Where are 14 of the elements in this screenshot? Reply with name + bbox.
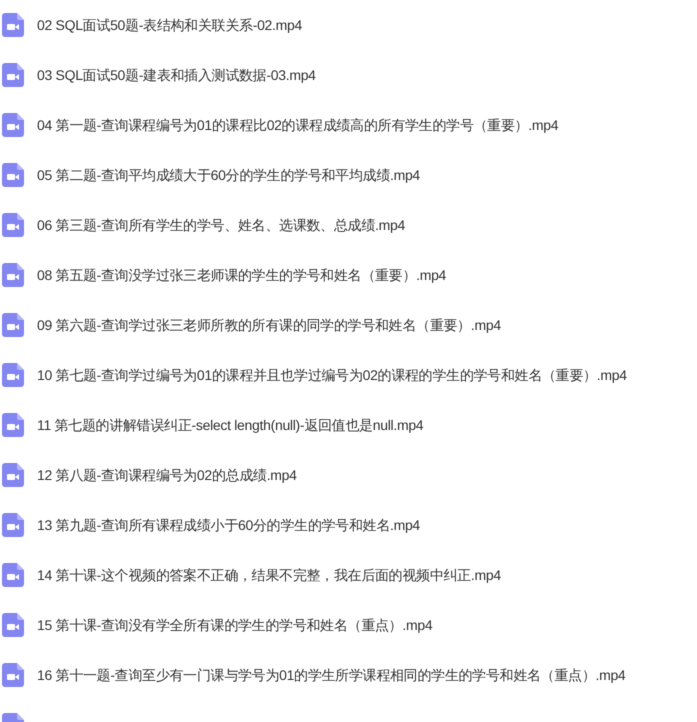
file-name[interactable]: 08 第五题-查询没学过张三老师课的学生的学号和姓名（重要）.mp4 [37, 264, 446, 286]
file-name[interactable]: 12 第八题-查询课程编号为02的总成绩.mp4 [37, 464, 297, 486]
file-name[interactable]: 15 第十课-查询没有学全所有课的学生的学号和姓名（重点）.mp4 [37, 614, 432, 636]
file-name[interactable]: 10 第七题-查询学过编号为01的课程并且也学过编号为02的课程的学生的学号和姓名（重要）.mp4 [37, 364, 627, 386]
file-name[interactable]: 06 第三题-查询所有学生的学号、姓名、选课数、总成绩.mp4 [37, 214, 405, 236]
file-name[interactable]: 05 第二题-查询平均成绩大于60分的学生的学号和平均成绩.mp4 [37, 164, 420, 186]
file-name[interactable]: 09 第六题-查询学过张三老师所教的所有课的同学的学号和姓名（重要）.mp4 [37, 314, 501, 336]
file-name[interactable]: 02 SQL面试50题-表结构和关联关系-02.mp4 [37, 14, 302, 36]
file-name[interactable]: 16 第十一题-查询至少有一门课与学号为01的学生所学课程相同的学生的学号和姓名（重点）.mp4 [37, 664, 626, 686]
file-name[interactable]: 03 SQL面试50题-建表和插入测试数据-03.mp4 [37, 64, 316, 86]
file-name[interactable]: 13 第九题-查询所有课程成绩小于60分的学生的学号和姓名.mp4 [37, 514, 420, 536]
file-name[interactable]: 14 第十课-这个视频的答案不正确，结果不完整，我在后面的视频中纠正.mp4 [37, 564, 501, 586]
file-name[interactable]: 04 第一题-查询课程编号为01的课程比02的课程成绩高的所有学生的学号（重要）.mp4 [37, 114, 558, 136]
file-name[interactable]: 11 第七题的讲解错误纠正-select length(null)-返回值也是null.mp4 [37, 414, 424, 436]
